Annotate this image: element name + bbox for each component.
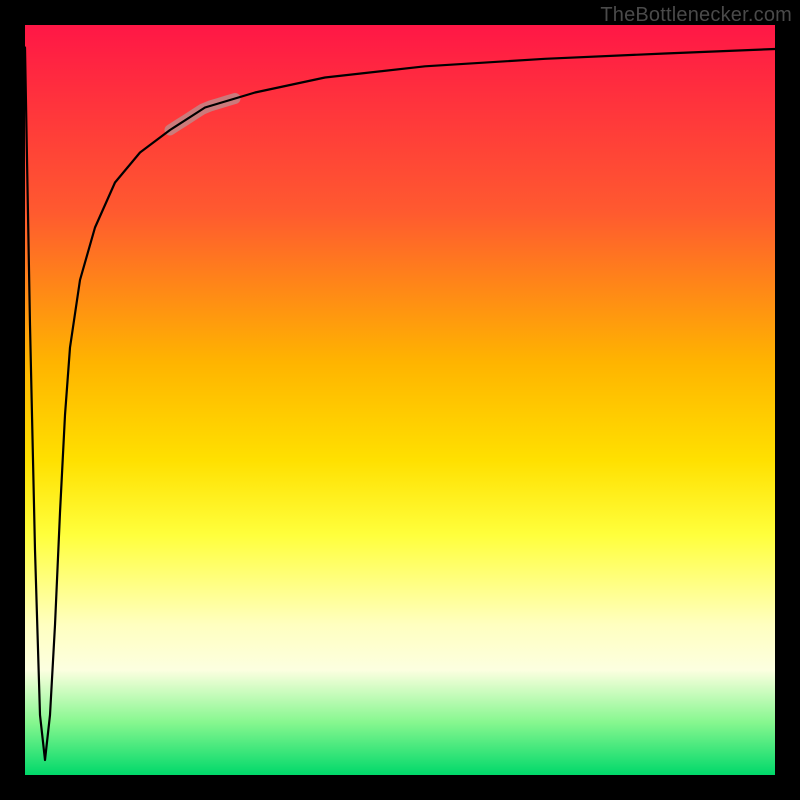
highlighted-segment [170, 99, 235, 131]
chart-frame: TheBottlenecker.com [0, 0, 800, 800]
attribution-label: TheBottlenecker.com [600, 4, 792, 27]
bottleneck-curve [25, 48, 775, 761]
curve-layer [25, 25, 775, 775]
